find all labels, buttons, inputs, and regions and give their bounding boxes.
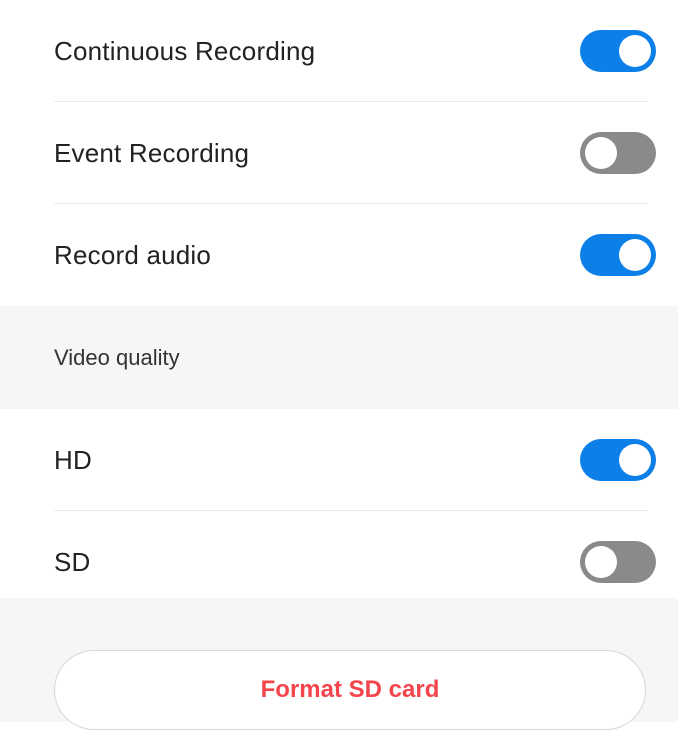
record-audio-label: Record audio (54, 239, 212, 270)
record-audio-toggle[interactable] (580, 234, 656, 276)
video-quality-section-header: Video quality (0, 306, 678, 409)
video-quality-title: Video quality (54, 344, 180, 370)
continuous-recording-row: Continuous Recording (0, 0, 678, 102)
toggle-knob (619, 239, 651, 271)
toggle-knob (619, 35, 651, 67)
continuous-recording-toggle[interactable] (580, 30, 656, 72)
format-sd-card-label: Format SD card (260, 676, 440, 703)
format-section: Format SD card (0, 598, 678, 730)
toggle-knob (585, 546, 617, 578)
toggle-knob (585, 137, 617, 169)
event-recording-label: Event Recording (54, 137, 250, 168)
event-recording-row: Event Recording (0, 102, 678, 204)
hd-quality-toggle[interactable] (580, 439, 656, 481)
record-audio-row: Record audio (0, 204, 678, 306)
continuous-recording-label: Continuous Recording (54, 35, 316, 66)
sd-quality-toggle[interactable] (580, 541, 656, 583)
toggle-knob (619, 444, 651, 476)
recording-settings-screen: Continuous Recording Event Recording Rec… (0, 0, 678, 730)
sd-quality-label: SD (54, 546, 91, 577)
hd-quality-label: HD (54, 444, 92, 475)
hd-quality-row: HD (0, 409, 678, 511)
event-recording-toggle[interactable] (580, 132, 656, 174)
format-sd-card-button[interactable]: Format SD card (54, 650, 646, 730)
